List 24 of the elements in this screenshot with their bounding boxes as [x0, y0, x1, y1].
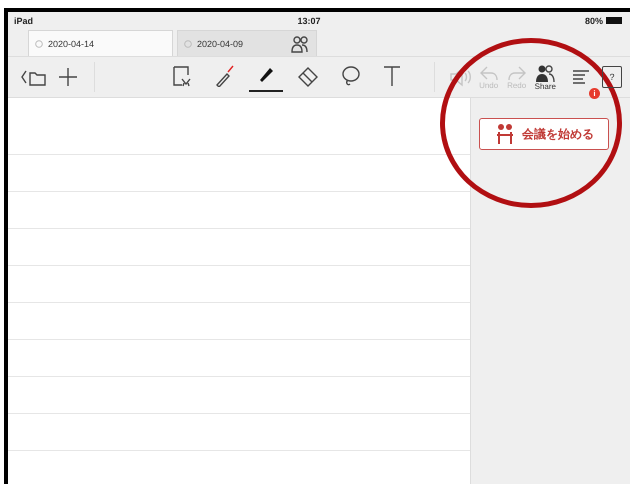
- device-label: iPad: [14, 16, 34, 26]
- clock: 13:07: [297, 16, 321, 26]
- clock-icon: [184, 40, 192, 48]
- clock-icon: [35, 40, 43, 48]
- battery-icon: [606, 17, 622, 24]
- redo-icon: [506, 64, 527, 80]
- tab-label: 2020-04-14: [48, 38, 94, 48]
- notebook-tab[interactable]: 2020-04-09: [177, 30, 317, 56]
- info-badge: i: [589, 88, 600, 99]
- battery-percent: 80%: [584, 16, 603, 26]
- help-button[interactable]: ?: [600, 57, 624, 97]
- start-meeting-button[interactable]: 会議を始める: [479, 118, 609, 150]
- plus-icon: [58, 67, 78, 87]
- tab-label: 2020-04-09: [197, 38, 244, 48]
- undo-icon: [478, 64, 499, 80]
- meeting-icon: [494, 123, 516, 145]
- people-icon: [290, 34, 310, 52]
- folder-icon: [20, 68, 46, 86]
- eraser-icon: [296, 65, 319, 87]
- share-button[interactable]: Share: [530, 57, 560, 97]
- list-icon: [572, 69, 590, 85]
- selection-icon: [170, 65, 193, 87]
- notebook-tab[interactable]: 2020-04-14: [28, 30, 173, 56]
- people-icon: [535, 64, 556, 82]
